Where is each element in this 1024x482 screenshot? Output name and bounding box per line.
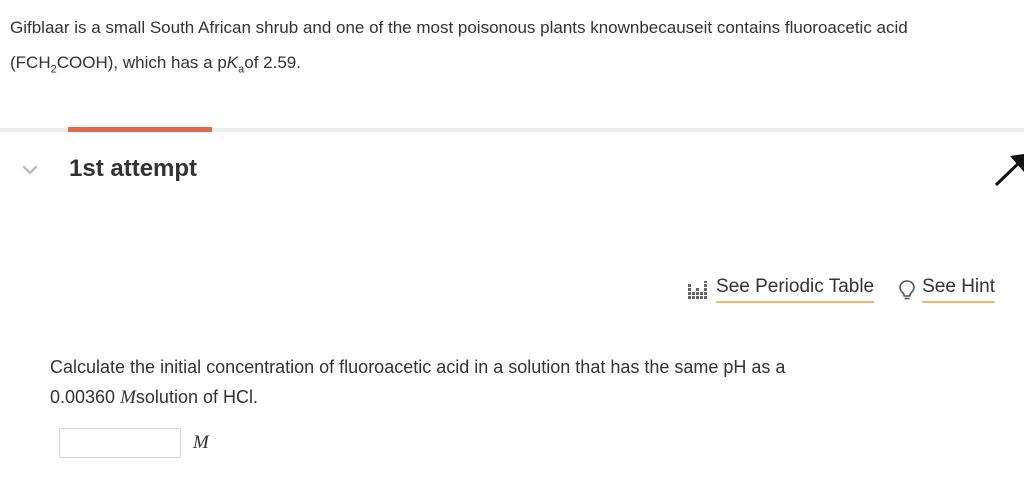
question-text-2: solution of HCl. [135, 387, 258, 407]
question-unit: M [120, 387, 136, 408]
periodic-table-icon [688, 280, 710, 299]
question-text-1: Calculate the initial concentration of f… [50, 357, 786, 377]
answer-unit: M [193, 432, 209, 453]
hint-label: See Hint [922, 276, 995, 303]
intro-k: K [226, 53, 239, 72]
active-tab-indicator [68, 127, 212, 132]
chevron-down-icon[interactable] [20, 162, 40, 178]
question-text: Calculate the initial concentration of f… [50, 352, 950, 413]
intro-text-3: of 2.59. [244, 53, 301, 72]
periodic-table-label: See Periodic Table [716, 276, 875, 303]
problem-intro: Gifblaar is a small South African shrub … [10, 10, 1015, 80]
question-value: 0.00360 [50, 387, 116, 407]
attempt-title: 1st attempt [69, 155, 198, 182]
arrow-corner-icon [990, 150, 1024, 190]
lightbulb-icon [898, 279, 916, 301]
hint-link[interactable]: See Hint [898, 276, 995, 303]
answer-input[interactable] [59, 428, 181, 458]
tools-bar: See Periodic Table See Hint [688, 276, 995, 303]
intro-text-2: COOH), which has a p [56, 53, 227, 72]
periodic-table-link[interactable]: See Periodic Table [688, 276, 875, 303]
